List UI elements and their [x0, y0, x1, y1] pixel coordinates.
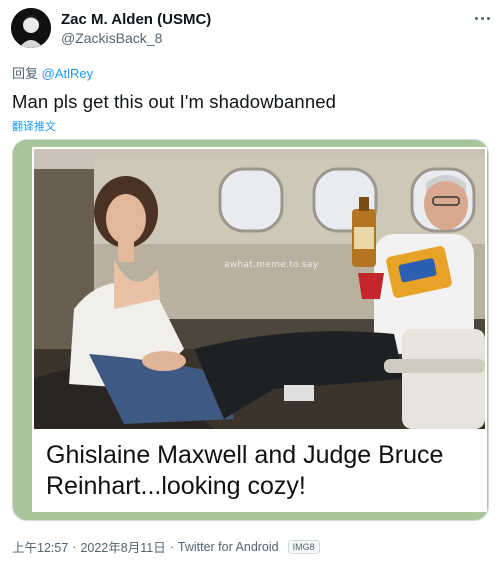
meme-watermark: awhat.meme.to.say: [224, 260, 319, 270]
tweet-time[interactable]: 上午12:57: [12, 537, 68, 556]
tweet-meta: 上午12:57 · 2022年8月11日 · Twitter for Andro…: [12, 537, 320, 556]
translate-tweet-link[interactable]: 翻译推文: [12, 118, 56, 134]
reply-mention-link[interactable]: @AtlRey: [42, 66, 94, 81]
avatar-image: [11, 8, 51, 48]
img-badge: IMG8: [287, 539, 320, 554]
meme-photo: awhat.meme.to.say: [34, 149, 485, 429]
reply-context: 回复 @AtlRey: [12, 63, 93, 82]
tweet-source[interactable]: Twitter for Android: [178, 540, 279, 554]
tweet: Zac M. Alden (USMC) @ZackisBack_8 回复 @At…: [0, 0, 500, 565]
meme-image: awhat.meme.to.say Ghislaine Maxwell and …: [32, 147, 487, 512]
more-options-icon[interactable]: [472, 8, 492, 28]
meme-caption: Ghislaine Maxwell and Judge Bruce Reinha…: [46, 441, 444, 500]
user-handle[interactable]: @ZackisBack_8: [61, 30, 162, 46]
user-display-name[interactable]: Zac M. Alden (USMC): [61, 11, 211, 28]
avatar[interactable]: [11, 8, 51, 48]
tweet-date[interactable]: 2022年8月11日: [80, 537, 165, 556]
meta-separator: ·: [72, 539, 77, 554]
reply-prefix: 回复: [12, 66, 39, 81]
meta-separator: ·: [169, 539, 174, 554]
tweet-text: Man pls get this out I'm shadowbanned: [12, 91, 336, 112]
tweet-media[interactable]: awhat.meme.to.say Ghislaine Maxwell and …: [12, 139, 489, 521]
